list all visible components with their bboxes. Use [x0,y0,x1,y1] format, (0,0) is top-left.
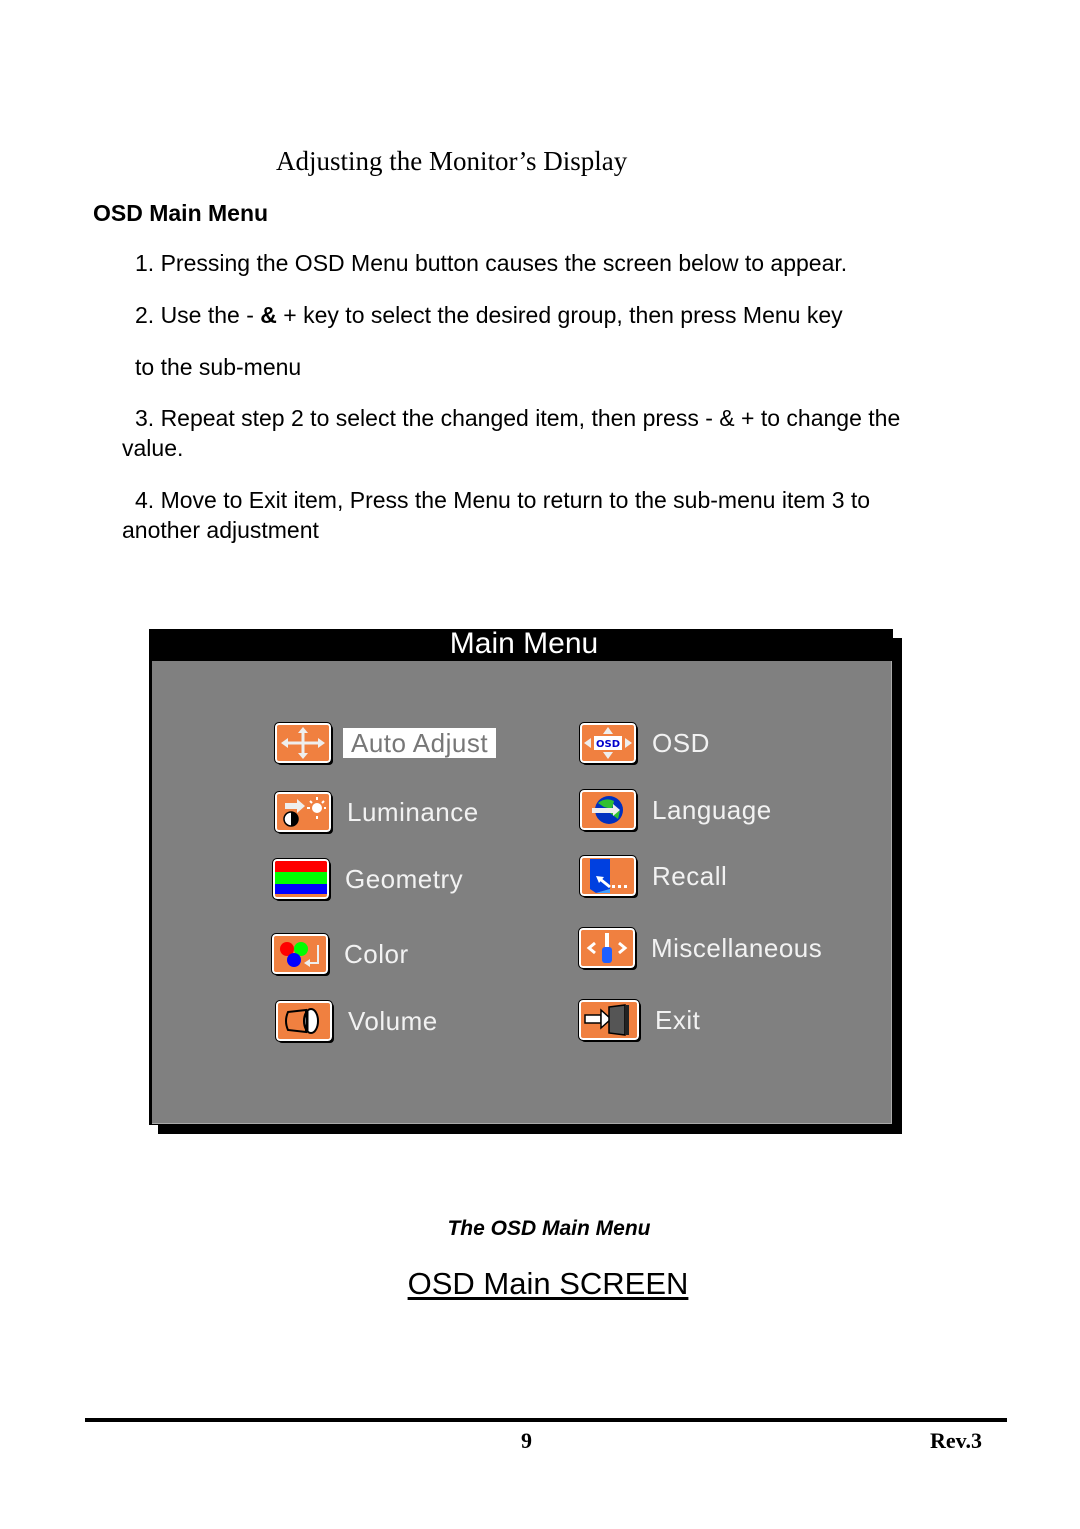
step-4-line-1: 4. Move to Exit item, Press the Menu to … [135,487,871,513]
step-3-line-1: 3. Repeat step 2 to select the changed i… [135,405,901,431]
page-title: Adjusting the Monitor’s Display [276,146,628,176]
recall-icon [579,855,637,897]
osd-item-label: Auto Adjust [343,728,497,758]
step-3-line-2: value. [122,435,184,461]
step-2-bold: & [260,302,277,328]
red-stripe [275,861,327,872]
green-stripe [275,872,327,884]
osd-item-label: Language [652,794,772,825]
tools-icon [578,927,636,969]
osd-item-label: Recall [652,860,728,891]
osd-item-label: Miscellaneous [651,932,823,963]
rgb-stripes-icon [272,858,330,900]
osd-item-label: Exit [655,1004,701,1035]
osd-item-label: Color [344,938,409,969]
osd-item-miscellaneous[interactable]: Miscellaneous [578,927,823,969]
brightness-icon [274,791,332,833]
osd-item-label: Geometry [345,863,464,894]
step-2-suffix: + key to select the desired group, then … [276,302,843,328]
osd-item-osd[interactable]: OSD OSD [579,722,710,764]
osd-position-icon: OSD [579,722,637,764]
blue-stripe [275,884,327,894]
osd-item-label: OSD [652,727,710,758]
globe-icon [579,789,637,831]
color-circles-icon [271,933,329,975]
svg-text:OSD: OSD [596,739,620,750]
osd-item-auto-adjust[interactable]: Auto Adjust [274,722,497,764]
osd-item-exit[interactable]: Exit [578,999,701,1041]
revision-label: Rev.3 [930,1428,982,1453]
speaker-icon [275,1000,333,1042]
exit-door-icon [578,999,640,1041]
figure-caption: The OSD Main Menu [447,1217,651,1240]
osd-item-language[interactable]: Language [579,789,772,831]
osd-panel [152,661,892,1124]
move-arrows-icon [274,722,332,764]
osd-item-recall[interactable]: Recall [579,855,728,897]
osd-item-label: Luminance [347,796,479,827]
osd-item-geometry[interactable]: Geometry [272,858,464,900]
screen-title: OSD Main SCREEN [0,1266,1080,1302]
step-2-continued: to the sub-menu [135,354,302,380]
step-4-line-2: another adjustment [122,517,319,543]
page-number: 9 [521,1428,532,1453]
screen-title-text: OSD Main SCREEN [407,1266,689,1301]
osd-item-luminance[interactable]: Luminance [274,791,479,833]
osd-item-volume[interactable]: Volume [275,1000,438,1042]
footer-divider [85,1418,1007,1422]
osd-item-label: Volume [348,1005,438,1036]
step-2: 2. Use the - & + key to select the desir… [135,300,843,330]
section-heading: OSD Main Menu [93,200,269,226]
osd-item-color[interactable]: Color [271,933,409,975]
osd-title: Main Menu [449,627,599,660]
step-1: 1. Pressing the OSD Menu button causes t… [135,250,848,276]
step-2-prefix: 2. Use the - [135,302,261,328]
